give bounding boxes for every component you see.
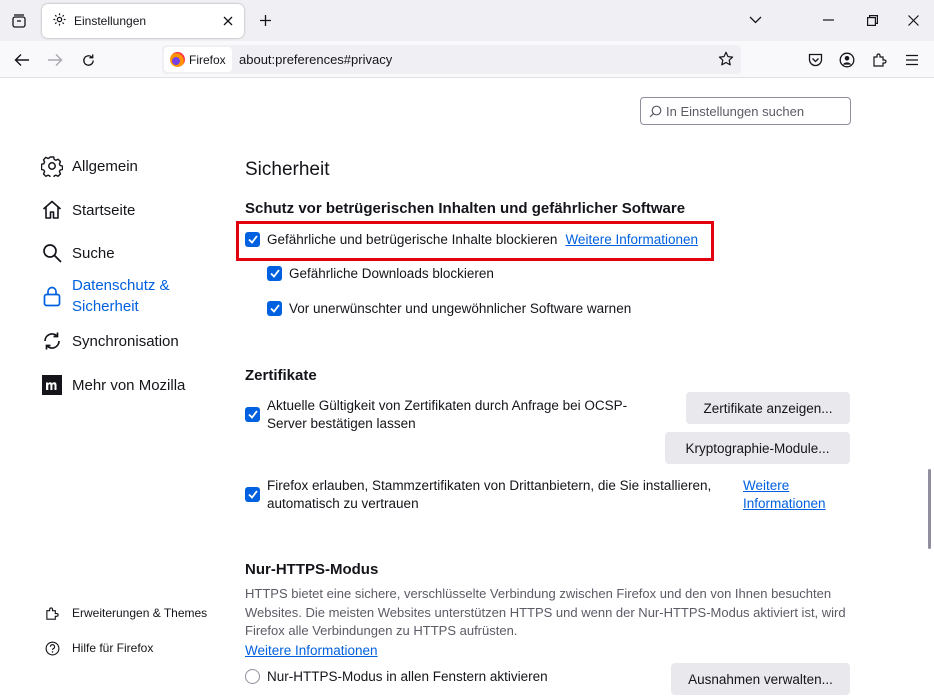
minimize-icon[interactable] <box>818 10 838 30</box>
more-info-link[interactable]: Weitere Informationen <box>743 477 826 513</box>
forward-arrow-icon[interactable] <box>44 49 66 71</box>
gear-icon <box>40 154 64 178</box>
preferences-page: In Einstellungen suchen Allgemein Starts… <box>0 79 934 700</box>
sidebar-item-search[interactable]: Suche <box>40 241 115 265</box>
sidebar-item-mozilla[interactable]: Mehr von Mozilla <box>40 373 185 397</box>
puzzle-icon <box>44 605 60 621</box>
more-info-link[interactable]: Weitere Informationen <box>565 231 698 249</box>
block-dangerous-checkbox-row[interactable]: Gefährliche und betrügerische Inhalte bl… <box>245 231 698 249</box>
sidebar-item-label: Allgemein <box>72 158 138 175</box>
checkbox-checked[interactable] <box>245 407 260 422</box>
https-description-text: HTTPS bietet eine sichere, verschlüsselt… <box>245 586 846 639</box>
tab-strip: Einstellungen <box>0 0 934 41</box>
https-description: HTTPS bietet eine sichere, verschlüsselt… <box>245 585 850 641</box>
more-info-line1: Weitere <box>743 478 790 493</box>
certificates-heading: Zertifikate <box>245 367 317 384</box>
account-icon[interactable] <box>836 49 858 71</box>
https-all-windows-radio-row[interactable]: Nur-HTTPS-Modus in allen Fenstern aktivi… <box>245 668 548 686</box>
url-bar[interactable]: Firefox about:preferences#privacy <box>162 45 741 74</box>
checkbox-checked[interactable] <box>267 266 282 281</box>
identity-box[interactable]: Firefox <box>164 47 232 72</box>
search-icon <box>649 105 662 117</box>
block-downloads-checkbox-row[interactable]: Gefährliche Downloads blockieren <box>267 265 494 283</box>
ocsp-label-line1: Aktuelle Gültigkeit von Zertifikaten dur… <box>267 398 628 413</box>
thirdparty-roots-checkbox-row[interactable]: Firefox erlauben, Stammzertifikaten von … <box>245 477 725 513</box>
bookmark-star-icon[interactable] <box>716 49 736 69</box>
checkbox-checked[interactable] <box>245 487 260 502</box>
sidebar-item-label: Suche <box>72 245 115 262</box>
ocsp-checkbox-row[interactable]: Aktuelle Gültigkeit von Zertifikaten dur… <box>245 397 655 433</box>
search-icon <box>40 241 64 265</box>
sidebar-item-label-line2: Sicherheit <box>72 298 139 315</box>
help-icon <box>44 640 60 656</box>
checkbox-checked[interactable] <box>245 232 260 247</box>
identity-label: Firefox <box>189 52 226 67</box>
sidebar-item-help[interactable]: Hilfe für Firefox <box>44 640 153 656</box>
checkbox-checked[interactable] <box>267 301 282 316</box>
sync-icon <box>40 329 64 353</box>
sidebar-item-sync[interactable]: Synchronisation <box>40 329 179 353</box>
thirdparty-label-line1: Firefox erlauben, Stammzertifikaten von … <box>267 478 712 493</box>
sidebar-footer-label: Hilfe für Firefox <box>72 641 154 655</box>
sidebar-item-general[interactable]: Allgemein <box>40 154 138 178</box>
scrollbar-thumb[interactable] <box>928 469 931 549</box>
sidebar-item-label: Datenschutz & Sicherheit <box>72 275 170 317</box>
warn-unwanted-checkbox-row[interactable]: Vor unerwünschter und ungewöhnlicher Sof… <box>267 300 631 318</box>
manage-exceptions-button[interactable]: Ausnahmen verwalten... <box>671 663 850 695</box>
navigation-toolbar: Firefox about:preferences#privacy <box>0 41 934 78</box>
back-arrow-icon[interactable] <box>11 49 33 71</box>
mozilla-icon <box>40 373 64 397</box>
thirdparty-label-line2: automatisch zu vertrauen <box>267 496 419 511</box>
checkbox-label: Gefährliche Downloads blockieren <box>289 266 494 281</box>
checkbox-label: Aktuelle Gültigkeit von Zertifikaten dur… <box>267 397 627 433</box>
security-devices-button[interactable]: Kryptographie-Module... <box>665 432 850 464</box>
ocsp-label-line2: Server bestätigen lassen <box>267 416 416 431</box>
radio-label: Nur-HTTPS-Modus in allen Fenstern aktivi… <box>267 669 548 684</box>
more-info-line2: Informationen <box>743 496 826 511</box>
reload-icon[interactable] <box>77 49 99 71</box>
deceptive-content-heading: Schutz vor betrügerischen Inhalten und g… <box>245 200 686 217</box>
checkbox-label: Gefährliche und betrügerische Inhalte bl… <box>267 232 558 247</box>
new-tab-icon[interactable] <box>256 11 274 29</box>
sidebar-item-label-line1: Datenschutz & <box>72 277 170 294</box>
firefox-logo-icon <box>170 52 185 67</box>
extensions-icon[interactable] <box>869 49 891 71</box>
sidebar-item-home[interactable]: Startseite <box>40 198 135 222</box>
certs-more-info-link[interactable]: Weitere Informationen <box>743 477 826 513</box>
hamburger-menu-icon[interactable] <box>901 49 923 71</box>
tab-title: Einstellungen <box>74 14 147 28</box>
sidebar-item-label: Startseite <box>72 202 136 219</box>
https-more-info-link[interactable]: Weitere Informationen <box>245 642 378 660</box>
checkbox-label: Firefox erlauben, Stammzertifikaten von … <box>267 477 711 513</box>
close-icon[interactable] <box>220 13 236 29</box>
checkbox-label: Vor unerwünschter und ungewöhnlicher Sof… <box>289 301 632 316</box>
https-more-info-row: Weitere Informationen <box>245 642 378 660</box>
sidebar-item-privacy[interactable]: Datenschutz & Sicherheit <box>40 275 170 317</box>
view-certificates-button[interactable]: Zertifikate anzeigen... <box>686 392 850 424</box>
sidebar-item-addons[interactable]: Erweiterungen & Themes <box>44 605 207 621</box>
search-input[interactable]: In Einstellungen suchen <box>640 97 851 125</box>
pocket-icon[interactable] <box>804 49 826 71</box>
https-only-heading: Nur-HTTPS-Modus <box>245 561 379 578</box>
page-title: Sicherheit <box>245 159 330 180</box>
search-placeholder: In Einstellungen suchen <box>666 103 805 119</box>
sidebar-item-label: Mehr von Mozilla <box>72 377 186 394</box>
tab-list-icon[interactable] <box>8 10 30 32</box>
radio-button[interactable] <box>245 669 260 684</box>
sidebar-item-label: Synchronisation <box>72 333 179 350</box>
lock-icon <box>40 284 64 308</box>
sidebar-footer-label: Erweiterungen & Themes <box>72 606 208 620</box>
home-icon <box>40 198 64 222</box>
restore-icon[interactable] <box>862 10 882 30</box>
url-text[interactable]: about:preferences#privacy <box>239 52 392 67</box>
chevron-down-icon[interactable] <box>745 10 765 30</box>
tab-settings[interactable]: Einstellungen <box>42 4 244 38</box>
gear-icon <box>52 12 67 30</box>
window-close-icon[interactable] <box>903 10 923 30</box>
